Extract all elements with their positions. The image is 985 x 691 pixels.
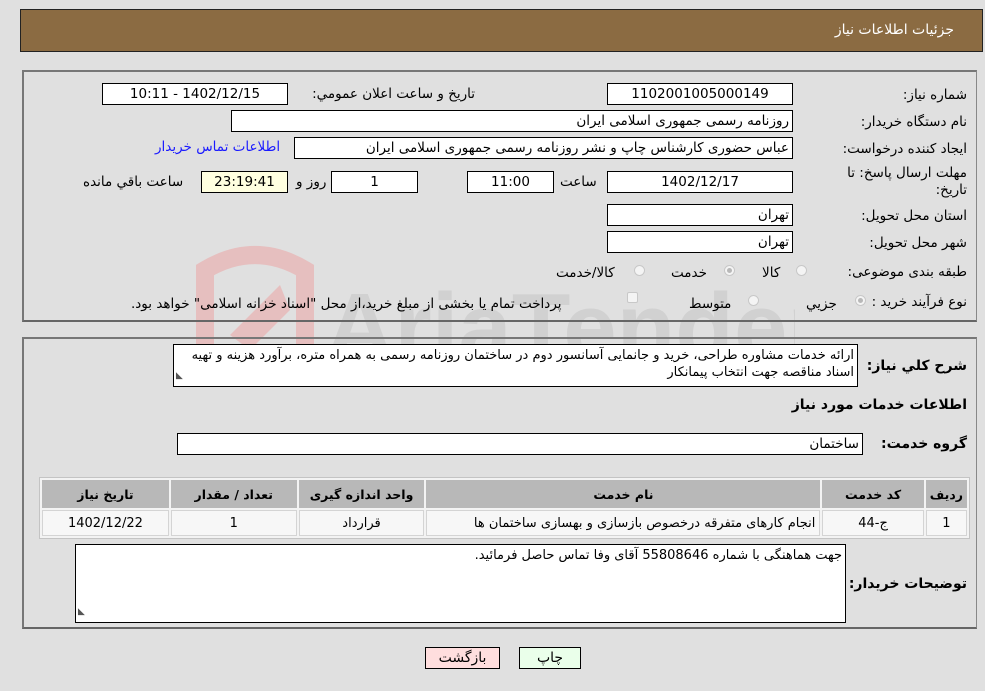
need-info-panel xyxy=(22,70,977,322)
cell-quantity: 1 xyxy=(170,510,297,536)
need-number-field: 1102001005000149 xyxy=(607,83,793,105)
col-service-code: کد خدمت xyxy=(822,480,924,508)
description-textarea[interactable]: ارائه خدمات مشاوره طراحی، خرید و جانمایی… xyxy=(173,344,858,387)
col-service-name: نام خدمت xyxy=(426,480,821,508)
requester-field: عباس حضوری کارشناس چاپ و نشر روزنامه رسم… xyxy=(294,137,793,159)
col-unit: واحد اندازه گیری xyxy=(298,480,425,508)
need-number-label: شماره نیاز: xyxy=(902,87,967,103)
buyer-notes-textarea[interactable]: جهت هماهنگی با شماره 55808646 آقای وفا ت… xyxy=(75,544,846,623)
deadline-time-field: 11:00 xyxy=(467,171,554,193)
services-heading: اطلاعات خدمات مورد نیاز xyxy=(791,397,967,413)
buyer-notes-text: جهت هماهنگی با شماره 55808646 آقای وفا ت… xyxy=(474,548,842,563)
cell-row-number: 1 xyxy=(925,510,967,536)
purchase-radio-minor[interactable] xyxy=(855,295,866,306)
description-label: شرح کلي نیاز: xyxy=(866,358,967,374)
purchase-option-medium: متوسط xyxy=(689,296,732,312)
announce-datetime-label: تاریخ و ساعت اعلان عمومي: xyxy=(312,86,475,102)
remaining-time-label: ساعت باقي مانده xyxy=(83,174,184,190)
cell-service-code: ج-44 xyxy=(822,510,924,536)
province-field: تهران xyxy=(607,204,793,226)
resize-handle-icon[interactable]: ◢ xyxy=(176,368,183,385)
buyer-org-field: روزنامه رسمی جمهوری اسلامی ایران xyxy=(231,110,793,132)
city-field: تهران xyxy=(607,231,793,253)
col-quantity: تعداد / مقدار xyxy=(170,480,297,508)
buyer-contact-link[interactable]: اطلاعات تماس خریدار xyxy=(155,139,280,155)
treasury-checkbox[interactable] xyxy=(627,292,638,303)
announce-datetime-field: 1402/12/15 - 10:11 xyxy=(102,83,288,105)
service-group-label: گروه خدمت: xyxy=(881,436,967,452)
buyer-org-label: نام دستگاه خریدار: xyxy=(860,114,967,130)
deadline-date-field: 1402/12/17 xyxy=(607,171,793,193)
purchase-type-label: نوع فرآیند خرید : xyxy=(871,294,967,310)
deadline-label: مهلت ارسال پاسخ: تا تاریخ: xyxy=(847,165,967,198)
purchase-radio-medium[interactable] xyxy=(748,295,759,306)
page-title: جزئیات اطلاعات نیاز xyxy=(834,22,954,38)
col-row-number: ردیف xyxy=(925,480,967,508)
table-row: 1 ج-44 انجام کارهای متفرقه درخصوص بازساز… xyxy=(42,510,967,536)
cell-need-date: 1402/12/22 xyxy=(42,510,169,536)
remaining-time-field: 23:19:41 xyxy=(201,171,288,193)
province-label: استان محل تحویل: xyxy=(861,208,967,224)
back-button[interactable]: بازگشت xyxy=(425,647,500,669)
purchase-option-minor: جزيي xyxy=(806,296,837,312)
cell-service-name: انجام کارهای متفرقه درخصوص بازسازی و بهس… xyxy=(426,510,821,536)
table-header-row: ردیف کد خدمت نام خدمت واحد اندازه گیری ت… xyxy=(42,480,967,508)
resize-handle-icon[interactable]: ◢ xyxy=(78,604,85,621)
requester-label: ایجاد کننده درخواست: xyxy=(842,141,967,157)
remaining-days-label: روز و xyxy=(296,174,327,190)
buyer-notes-label: توضیحات خریدار: xyxy=(848,576,967,592)
category-option-service: خدمت xyxy=(671,265,707,281)
category-option-goods: کالا xyxy=(762,265,781,281)
category-radio-goods[interactable] xyxy=(796,265,807,276)
col-need-date: تاریخ نیاز xyxy=(42,480,169,508)
remaining-days-field: 1 xyxy=(331,171,418,193)
cell-unit: قرارداد xyxy=(298,510,425,536)
service-group-field: ساختمان xyxy=(177,433,863,455)
print-button[interactable]: چاپ xyxy=(519,647,581,669)
category-label: طبقه بندی موضوعی: xyxy=(847,264,967,280)
page-header: جزئیات اطلاعات نیاز xyxy=(20,9,983,52)
city-label: شهر محل تحویل: xyxy=(869,235,967,251)
services-table: ردیف کد خدمت نام خدمت واحد اندازه گیری ت… xyxy=(39,477,970,539)
category-radio-goods-service[interactable] xyxy=(634,265,645,276)
category-radio-service[interactable] xyxy=(724,265,735,276)
treasury-checkbox-label: پرداخت تمام یا بخشی از مبلغ خرید،از محل … xyxy=(131,296,562,312)
deadline-time-label: ساعت xyxy=(560,174,597,190)
description-text: ارائه خدمات مشاوره طراحی، خرید و جانمایی… xyxy=(191,348,854,380)
category-option-goods-service: کالا/خدمت xyxy=(556,265,615,281)
